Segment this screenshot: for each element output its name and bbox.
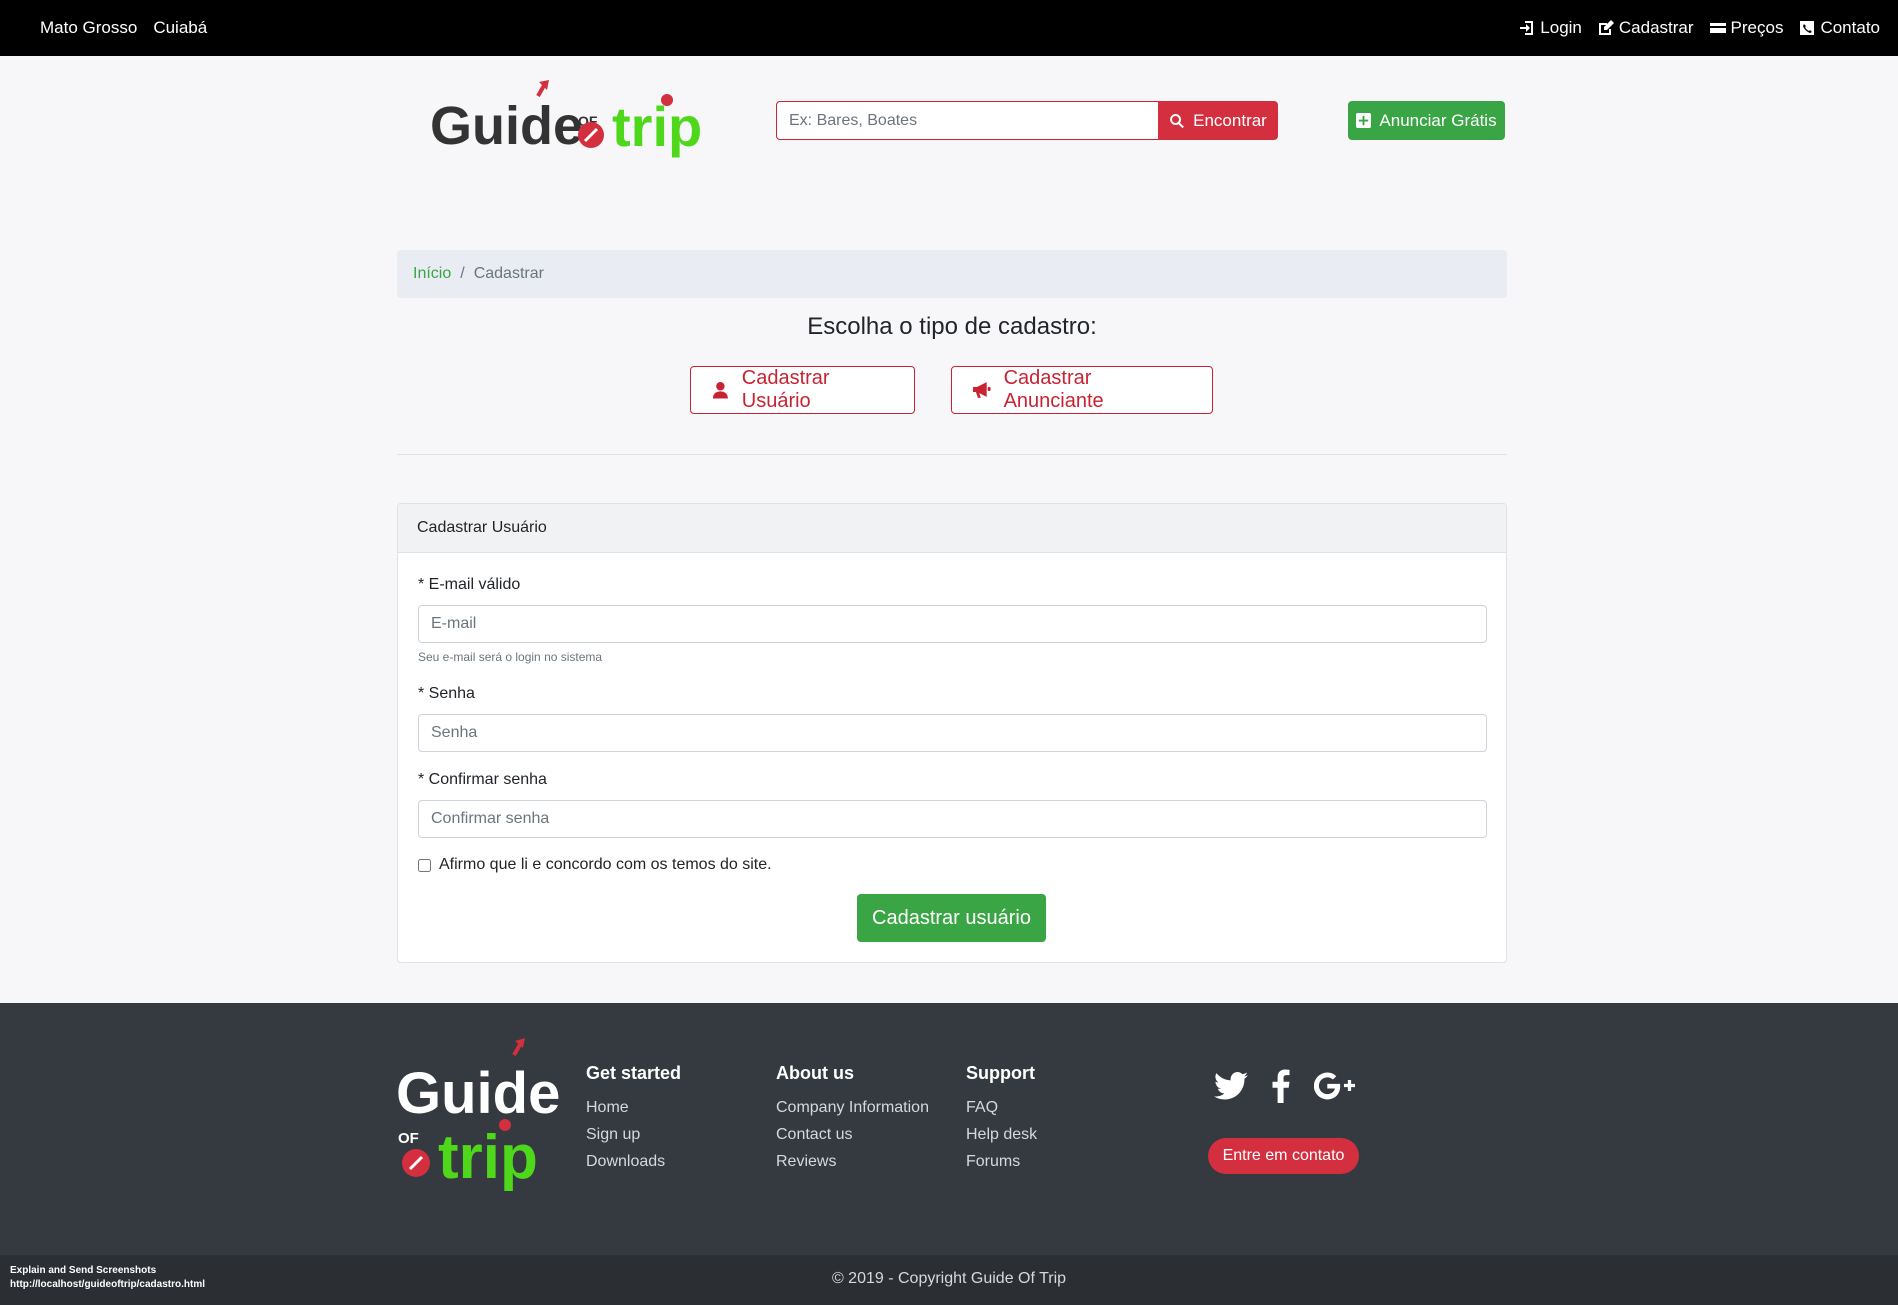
footer-col-about: About us Company Information Contact us …	[776, 1063, 929, 1175]
breadcrumb-home[interactable]: Início	[413, 265, 451, 283]
edit-icon	[1598, 20, 1614, 35]
copyright-bar: Explain and Send Screenshots http://loca…	[0, 1255, 1898, 1305]
card-header: Cadastrar Usuário	[398, 504, 1506, 553]
site-logo[interactable]: Guide OF trip	[430, 78, 720, 168]
nav-prices-label: Preços	[1730, 18, 1784, 37]
terms-label: Afirmo que li e concordo com os temos do…	[439, 856, 772, 873]
footer-col-title: Get started	[586, 1063, 682, 1083]
email-help-text: Seu e-mail será o login no sistema	[418, 650, 603, 664]
credit-card-icon	[1709, 23, 1726, 33]
confirm-password-field[interactable]	[418, 800, 1487, 838]
terms-checkbox[interactable]	[418, 858, 431, 872]
svg-text:trip: trip	[438, 1123, 538, 1192]
advertise-free-label: Anunciar Grátis	[1379, 110, 1497, 130]
register-user-type-button[interactable]: Cadastrar Usuário	[690, 366, 915, 414]
nav-login-label: Login	[1540, 18, 1582, 37]
search-input[interactable]	[776, 101, 1158, 140]
search-icon	[1170, 113, 1185, 128]
nav-register-label: Cadastrar	[1618, 18, 1694, 37]
google-plus-icon[interactable]	[1314, 1072, 1356, 1100]
guide-of-trip-logo: Guide OF trip	[430, 80, 702, 158]
plus-square-icon	[1356, 113, 1372, 128]
user-icon	[712, 382, 728, 399]
section-divider	[397, 454, 1507, 455]
nav-login[interactable]: Login	[1519, 18, 1582, 38]
bullhorn-icon	[972, 382, 991, 398]
password-field[interactable]	[418, 714, 1487, 752]
breadcrumb-current: Cadastrar	[473, 265, 544, 282]
breadcrumb-separator: /	[460, 265, 465, 282]
footer-col-get-started: Get started Home Sign up Downloads	[586, 1063, 681, 1175]
breadcrumb: Início / Cadastrar	[397, 250, 1507, 298]
top-navbar: Mato Grosso Cuiabá Login Cadastrar Preço…	[0, 0, 1898, 56]
contact-us-button[interactable]: Entre em contato	[1208, 1138, 1359, 1174]
search-button[interactable]: Encontrar	[1158, 101, 1278, 140]
nav-contact[interactable]: Contato	[1799, 18, 1880, 38]
copyright-text: © 2019 - Copyright Guide Of Trip	[831, 1270, 1067, 1287]
register-user-type-label: Cadastrar Usuário	[741, 367, 830, 412]
sign-in-icon	[1520, 21, 1534, 35]
email-field[interactable]	[418, 605, 1487, 643]
search-bar: Encontrar	[776, 101, 1278, 140]
register-user-submit-button[interactable]: Cadastrar usuário	[857, 894, 1046, 942]
social-links	[1214, 1069, 1356, 1103]
twitter-icon[interactable]	[1214, 1071, 1248, 1101]
facebook-icon[interactable]	[1272, 1069, 1290, 1103]
register-advertiser-type-button[interactable]: Cadastrar Anunciante	[951, 366, 1213, 414]
confirm-password-label: * Confirmar senha	[418, 771, 547, 788]
register-advertiser-type-label: Cadastrar Anunciante	[1003, 367, 1104, 412]
terms-row: Afirmo que li e concordo com os temos do…	[418, 856, 772, 874]
footer: Guide OF trip Get started Home Sign up D…	[0, 1003, 1898, 1255]
location-selector: Mato Grosso Cuiabá	[40, 0, 207, 56]
footer-logo[interactable]: Guide OF trip	[396, 1033, 561, 1193]
nav-register[interactable]: Cadastrar	[1598, 18, 1694, 38]
footer-link-faq[interactable]: FAQ	[966, 1094, 1037, 1121]
footer-link-forums[interactable]: Forums	[966, 1148, 1037, 1175]
phone-square-icon	[1800, 21, 1815, 35]
email-label: * E-mail válido	[418, 576, 521, 593]
city-link[interactable]: Cuiabá	[153, 18, 207, 38]
advertise-free-button[interactable]: Anunciar Grátis	[1348, 101, 1505, 140]
password-label: * Senha	[418, 685, 475, 702]
footer-link-downloads[interactable]: Downloads	[586, 1148, 681, 1175]
top-nav-menu: Login Cadastrar Preços Contato	[1519, 0, 1880, 56]
search-button-label: Encontrar	[1193, 110, 1267, 130]
footer-link-sign-up[interactable]: Sign up	[586, 1121, 681, 1148]
page-title: Escolha o tipo de cadastro:	[807, 313, 1097, 340]
svg-text:Guide: Guide	[430, 96, 583, 156]
register-user-card: Cadastrar Usuário * E-mail válido Seu e-…	[397, 503, 1507, 963]
footer-link-home[interactable]: Home	[586, 1094, 681, 1121]
state-link[interactable]: Mato Grosso	[40, 18, 137, 38]
nav-contact-label: Contato	[1820, 18, 1880, 37]
footer-link-reviews[interactable]: Reviews	[776, 1148, 929, 1175]
footer-col-title: About us	[776, 1063, 854, 1083]
footer-link-help-desk[interactable]: Help desk	[966, 1121, 1037, 1148]
svg-text:trip: trip	[612, 95, 702, 158]
svg-text:Guide: Guide	[396, 1061, 560, 1126]
guide-of-trip-logo-white: Guide OF trip	[396, 1038, 560, 1192]
footer-link-company-info[interactable]: Company Information	[776, 1094, 929, 1121]
footer-col-title: Support	[966, 1063, 1035, 1083]
footer-link-contact-us[interactable]: Contact us	[776, 1121, 929, 1148]
nav-prices[interactable]: Preços	[1709, 18, 1784, 38]
footer-col-support: Support FAQ Help desk Forums	[966, 1063, 1037, 1175]
svg-text:OF: OF	[398, 1130, 419, 1147]
